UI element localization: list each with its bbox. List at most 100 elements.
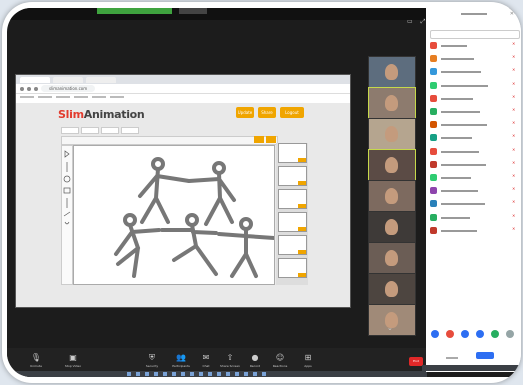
frame-thumbnail[interactable]	[278, 212, 307, 232]
share-button[interactable]: Share	[258, 107, 276, 118]
video-button[interactable]: ▣ Stop Video	[62, 353, 84, 371]
toolbar-button-label: Chat	[202, 364, 210, 368]
participant-row[interactable]: ✕	[430, 213, 520, 222]
menu-item[interactable]	[121, 127, 139, 134]
reload-icon[interactable]	[34, 86, 38, 91]
share-button[interactable]: ⇧ Share Screen	[219, 353, 241, 371]
participant-face	[385, 64, 398, 80]
undo-button[interactable]	[254, 136, 264, 143]
forward-icon[interactable]	[27, 86, 31, 91]
panel-action-button[interactable]	[491, 330, 499, 338]
participant-row[interactable]: ✕	[430, 107, 520, 116]
scroll-down-icon[interactable]: ⌄	[387, 324, 397, 332]
frame-thumbnail[interactable]	[278, 189, 307, 209]
participant-row[interactable]: ✕	[430, 81, 520, 90]
muted-mic-icon: ✕	[512, 67, 516, 73]
participant-name	[441, 111, 480, 113]
reactions-button[interactable]: ☺ Reactions	[269, 353, 291, 371]
toolbar-button-label: Unmute	[30, 364, 42, 368]
video-icon: ▣	[69, 353, 77, 362]
participant-video-tile[interactable]	[368, 87, 416, 119]
back-icon[interactable]	[20, 86, 24, 91]
browser-tab[interactable]	[53, 76, 83, 83]
participant-row[interactable]: ✕	[430, 147, 520, 156]
drawing-canvas[interactable]	[73, 145, 276, 285]
participant-name	[441, 150, 479, 153]
taskbar-right	[422, 365, 521, 371]
menu-item[interactable]	[81, 127, 99, 134]
apps-button[interactable]: ⊞ Apps	[297, 353, 319, 371]
participant-search-input[interactable]	[430, 30, 520, 39]
participant-row[interactable]: ✕	[430, 173, 520, 182]
sharing-indicator[interactable]	[97, 8, 172, 14]
invite-link[interactable]	[446, 357, 458, 359]
mic-button[interactable]: 🎙 Unmute	[25, 353, 47, 371]
participant-row[interactable]: ✕	[430, 199, 520, 208]
frame-thumbnail[interactable]	[278, 235, 307, 255]
security-button[interactable]: ⛨ Security	[141, 353, 163, 371]
chat-button[interactable]: ✉ Chat	[195, 353, 217, 371]
participant-video-tile[interactable]	[368, 242, 416, 274]
participant-row[interactable]: ✕	[430, 41, 520, 50]
participant-video-tile[interactable]	[368, 56, 416, 88]
panel-action-button[interactable]	[476, 330, 484, 338]
avatar	[430, 187, 437, 195]
participant-video-tile[interactable]	[368, 149, 416, 181]
panel-action-button[interactable]	[461, 330, 469, 338]
taskbar-icons[interactable]	[127, 372, 266, 376]
muted-mic-icon: ✕	[512, 107, 516, 112]
participant-face	[385, 250, 398, 266]
logout-button[interactable]: Logout	[280, 107, 304, 118]
view-options[interactable]	[179, 8, 207, 14]
redo-button[interactable]	[266, 136, 276, 143]
participant-row[interactable]: ✕	[430, 67, 520, 76]
frame-thumbnail[interactable]	[278, 258, 307, 278]
participant-row[interactable]: ✕	[430, 120, 520, 129]
participant-video-tile[interactable]	[368, 180, 416, 212]
frame-thumbnail[interactable]	[278, 143, 307, 163]
avatar	[430, 226, 437, 234]
tool-icons[interactable]	[62, 146, 72, 284]
menu-item[interactable]	[61, 127, 79, 134]
app-menu-bar	[61, 127, 139, 134]
menu-item[interactable]	[101, 127, 119, 134]
avatar	[430, 160, 437, 168]
participant-row[interactable]: ✕	[430, 94, 520, 103]
avatar	[430, 81, 437, 89]
participant-row[interactable]: ✕	[430, 54, 520, 63]
toolbar-button-label: Reactions	[272, 364, 288, 368]
browser-tab[interactable]	[86, 76, 116, 83]
participant-name	[441, 97, 473, 100]
panel-action-button[interactable]	[506, 330, 514, 338]
end-meeting-button[interactable]: End	[409, 357, 423, 366]
record-button[interactable]: ● Record	[244, 353, 266, 371]
shared-screen-browser: slimanimation.com SlimAnimation Update S…	[15, 74, 351, 308]
close-icon[interactable]: ✕	[510, 11, 514, 17]
tool-palette[interactable]	[61, 145, 73, 285]
muted-mic-icon: ✕	[512, 225, 516, 231]
participant-video-tile[interactable]	[368, 118, 416, 150]
participant-face	[385, 157, 398, 173]
avatar	[430, 213, 437, 221]
participant-video-tile[interactable]	[368, 273, 416, 305]
panel-action-button[interactable]	[431, 330, 439, 338]
address-input[interactable]: slimanimation.com	[41, 85, 96, 92]
mute-all-button[interactable]	[476, 352, 494, 359]
participant-row[interactable]: ✕	[430, 186, 520, 195]
mic-icon: 🎙	[30, 353, 42, 362]
screenshot-frame: ▭ ⤢ slimanimation.com SlimAnimation Upda…	[2, 2, 521, 383]
browser-tab[interactable]	[20, 76, 50, 83]
participant-face	[385, 188, 398, 204]
muted-mic-icon: ✕	[512, 146, 516, 152]
update-button[interactable]: Update	[236, 107, 254, 118]
slim-animation-app: SlimAnimation Update Share Logout	[16, 103, 350, 307]
muted-mic-icon: ✕	[512, 54, 516, 60]
participant-video-tile[interactable]	[368, 211, 416, 243]
participant-row[interactable]: ✕	[430, 133, 520, 142]
frame-thumbnail[interactable]	[278, 166, 307, 186]
panel-action-button[interactable]	[446, 330, 454, 338]
participants-button[interactable]: 👥 Participants	[170, 353, 192, 371]
participant-row[interactable]: ✕	[430, 226, 520, 235]
participant-name	[441, 71, 481, 74]
participant-row[interactable]: ✕	[430, 160, 520, 169]
